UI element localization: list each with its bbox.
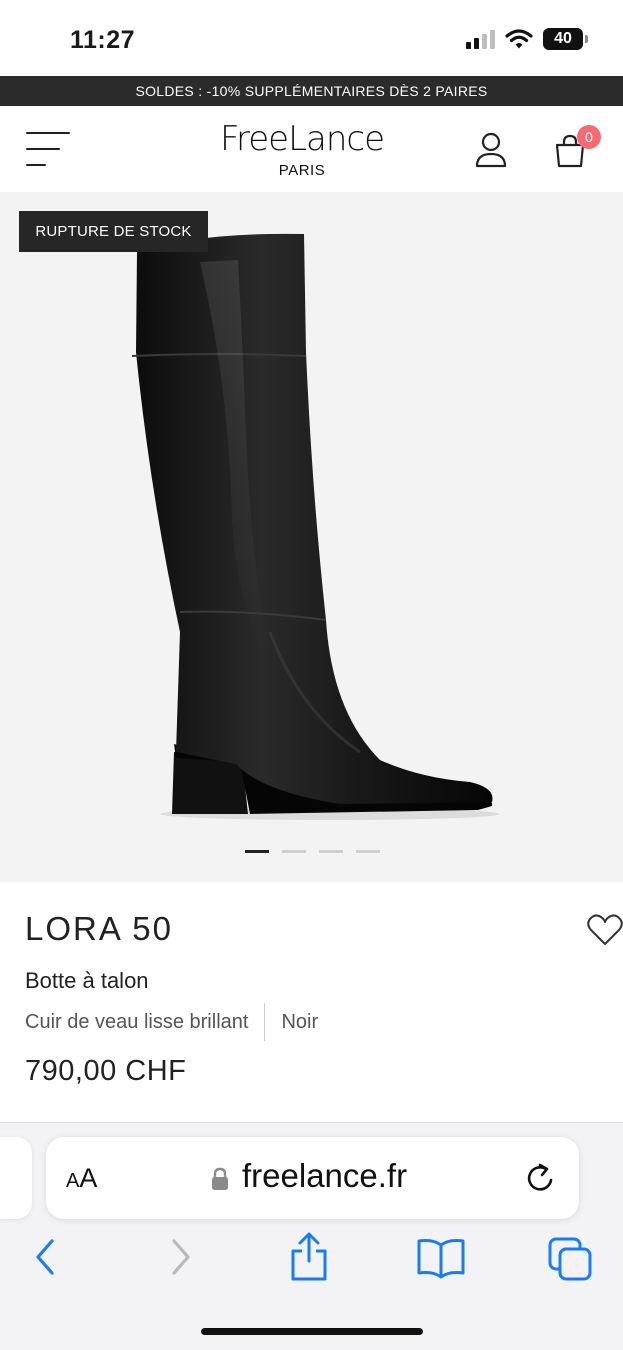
tabs-icon[interactable] — [546, 1231, 594, 1283]
meta-divider — [264, 1003, 266, 1041]
share-icon[interactable] — [285, 1231, 333, 1283]
book-icon[interactable] — [415, 1231, 467, 1283]
product-type: Botte à talon — [25, 968, 149, 993]
heart-icon — [587, 914, 623, 945]
chevron-right-icon[interactable] — [156, 1231, 204, 1283]
site-logo[interactable]: FreeLance PARIS — [200, 120, 404, 179]
battery-icon: 40 — [543, 28, 588, 50]
gallery-dot-3[interactable] — [319, 850, 343, 853]
previous-tab-preview[interactable] — [0, 1137, 32, 1219]
product-meta: Cuir de veau lisse brillant Noir — [25, 1003, 318, 1041]
site-header: FreeLance PARIS 0 — [0, 106, 623, 192]
home-indicator[interactable] — [201, 1328, 423, 1335]
reload-icon[interactable] — [524, 1161, 558, 1195]
product-gallery[interactable]: RUPTURE DE STOCK — [0, 192, 623, 882]
status-bar: 11:27 40 — [0, 0, 623, 76]
user-icon — [475, 132, 507, 168]
cellular-signal-icon — [466, 29, 495, 49]
url-text[interactable]: freelance.fr — [242, 1157, 407, 1195]
browser-toolbar — [0, 1231, 623, 1291]
status-indicators: 40 — [466, 28, 588, 50]
lock-icon — [212, 1167, 228, 1190]
hamburger-icon-line — [26, 148, 60, 150]
logo-subtitle: PARIS — [278, 162, 326, 179]
wishlist-button[interactable] — [586, 912, 623, 948]
gallery-pagination[interactable] — [245, 850, 380, 853]
product-name: LORA 50 — [25, 910, 173, 947]
hamburger-icon-line — [26, 164, 46, 166]
account-button[interactable] — [474, 130, 508, 170]
promo-banner[interactable]: SOLDES : -10% SUPPLÉMENTAIRES DÈS 2 PAIR… — [0, 76, 623, 106]
gallery-dot-4[interactable] — [356, 850, 380, 853]
hamburger-icon — [26, 132, 70, 134]
logo-wordmark: FreeLance — [219, 119, 385, 159]
wifi-icon — [505, 29, 533, 49]
address-bar[interactable]: AA freelance.fr — [46, 1137, 579, 1219]
out-of-stock-badge: RUPTURE DE STOCK — [19, 211, 208, 252]
cart-count-badge: 0 — [577, 125, 601, 149]
reader-small-a: A — [66, 1170, 80, 1192]
browser-bottom-bar: AA freelance.fr — [0, 1123, 623, 1350]
product-color: Noir — [281, 1010, 319, 1033]
menu-button[interactable] — [26, 130, 72, 168]
gallery-dot-1[interactable] — [245, 850, 269, 853]
reader-settings-button[interactable]: AA — [66, 1163, 97, 1194]
reader-large-a: A — [79, 1163, 98, 1193]
product-image-boot[interactable] — [0, 192, 623, 882]
product-price: 790,00 CHF — [25, 1055, 187, 1087]
status-time: 11:27 — [70, 26, 136, 54]
product-material: Cuir de veau lisse brillant — [25, 1010, 249, 1033]
chevron-left-icon[interactable] — [22, 1231, 70, 1283]
cart-button[interactable]: 0 — [553, 125, 601, 172]
gallery-dot-2[interactable] — [282, 850, 306, 853]
